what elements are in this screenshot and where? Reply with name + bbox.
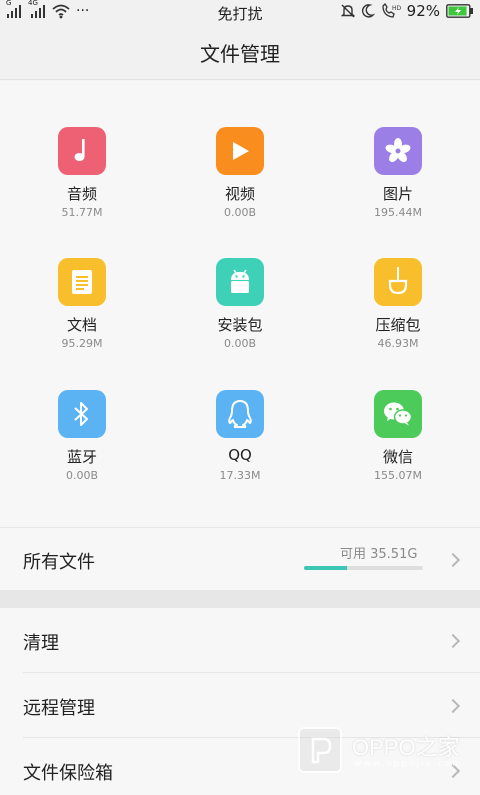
android-icon [216, 258, 264, 306]
music-note-icon [58, 127, 106, 175]
category-size: 17.33M [219, 469, 261, 482]
flower-icon [374, 127, 422, 175]
category-bluetooth[interactable]: 蓝牙 0.00B [2, 390, 162, 510]
play-icon [216, 127, 264, 175]
status-bar: G 4G ··· 免打扰 HD 92% [0, 0, 480, 24]
category-name: 蓝牙 [66, 448, 97, 466]
hd-call-icon: HD [381, 2, 401, 19]
archive-icon [374, 258, 422, 306]
category-name: 压缩包 [375, 316, 421, 334]
watermark-url: www.oppojia.com [354, 759, 464, 769]
category-size: 46.93M [377, 337, 419, 350]
category-name: 图片 [382, 185, 413, 203]
list-item-clean[interactable]: 清理 [0, 608, 480, 673]
category-archives[interactable]: 压缩包 46.93M [318, 258, 478, 378]
bluetooth-icon [58, 390, 106, 438]
wechat-icon [374, 390, 422, 438]
status-right: HD 92% [340, 2, 474, 20]
watermark-logo-icon [298, 727, 342, 773]
storage-usage-fill [304, 566, 347, 570]
chevron-right-icon [445, 698, 461, 714]
category-documents[interactable]: 文档 95.29M [2, 258, 162, 378]
document-icon [58, 258, 106, 306]
battery-charging-icon [446, 4, 474, 18]
category-size: 95.29M [61, 337, 103, 350]
svg-text:HD: HD [392, 5, 401, 12]
category-grid: 音频 51.77M 视频 0.00B 图片 195.44M 文档 95.29M … [0, 81, 480, 527]
category-video[interactable]: 视频 0.00B [160, 127, 320, 247]
bell-off-icon [340, 3, 355, 19]
category-pictures[interactable]: 图片 195.44M [318, 127, 478, 247]
category-audio[interactable]: 音频 51.77M [2, 127, 162, 247]
category-size: 51.77M [61, 206, 103, 219]
section-divider [0, 590, 480, 608]
chevron-right-icon [445, 552, 461, 568]
page-title: 文件管理 [200, 42, 280, 66]
category-size: 155.07M [374, 469, 422, 482]
available-storage-text: 可用 35.51G [340, 547, 418, 562]
category-size: 0.00B [65, 469, 99, 482]
battery-percent: 92% [406, 2, 440, 20]
category-name: QQ [228, 446, 252, 464]
category-name: 音频 [66, 185, 97, 203]
list-item-label: 文件保险箱 [23, 763, 113, 784]
watermark: OPPO之家 www.oppojia.com [296, 725, 480, 785]
watermark-text: OPPO之家 [352, 735, 460, 760]
storage-usage-bar [304, 566, 423, 570]
category-size: 0.00B [223, 206, 257, 219]
qq-penguin-icon [216, 390, 264, 438]
category-name: 微信 [382, 448, 413, 466]
category-name: 文档 [66, 316, 97, 334]
all-files-row[interactable]: 所有文件 可用 35.51G [0, 527, 480, 590]
list-item-label: 远程管理 [23, 698, 95, 719]
category-apk[interactable]: 安装包 0.00B [160, 258, 320, 378]
app-header: 文件管理 [0, 24, 480, 80]
category-qq[interactable]: QQ 17.33M [160, 390, 320, 510]
moon-icon [361, 3, 376, 19]
category-wechat[interactable]: 微信 155.07M [318, 390, 478, 510]
category-size: 195.44M [374, 206, 422, 219]
all-files-label: 所有文件 [23, 552, 95, 573]
category-name: 视频 [224, 185, 255, 203]
list-item-label: 清理 [23, 633, 59, 654]
category-size: 0.00B [223, 337, 257, 350]
chevron-right-icon [445, 633, 461, 649]
category-name: 安装包 [217, 316, 263, 334]
